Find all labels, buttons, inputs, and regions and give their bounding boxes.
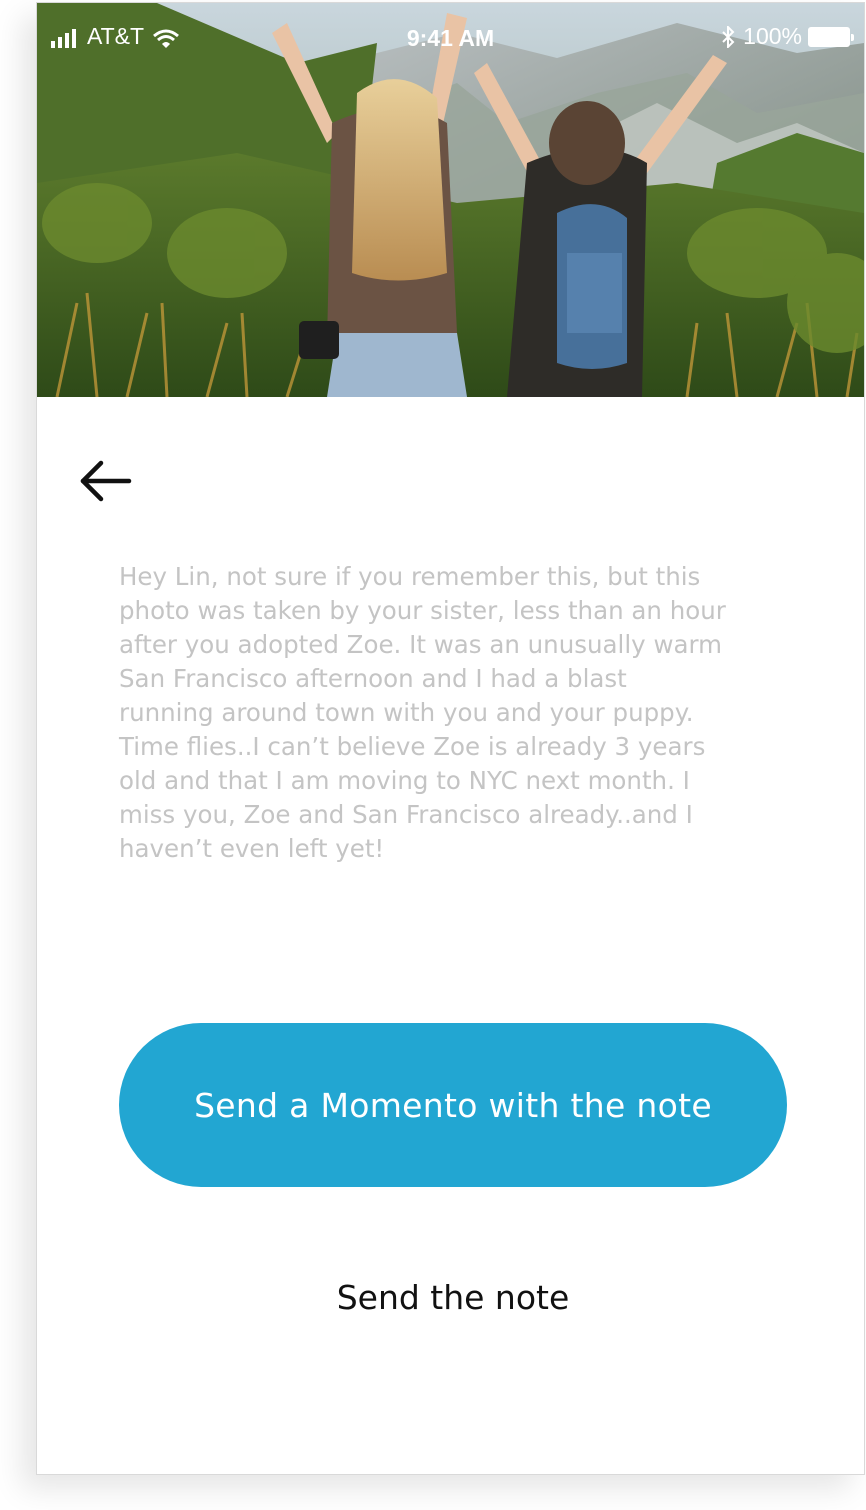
send-note-button[interactable]: Send the note	[119, 1269, 787, 1325]
status-bar: AT&T 9:41 AM 100%	[37, 3, 864, 69]
bluetooth-icon	[721, 24, 735, 49]
status-right: 100%	[721, 23, 854, 50]
back-button[interactable]	[77, 455, 135, 507]
battery-percent: 100%	[743, 23, 802, 49]
arrow-left-icon	[80, 460, 132, 502]
phone-frame: AT&T 9:41 AM 100% Hey Lin, not sure if y…	[36, 2, 865, 1475]
send-momento-button[interactable]: Send a Momento with the note	[119, 1023, 787, 1187]
note-text[interactable]: Hey Lin, not sure if you remember this, …	[119, 560, 799, 866]
battery-icon	[808, 26, 854, 47]
